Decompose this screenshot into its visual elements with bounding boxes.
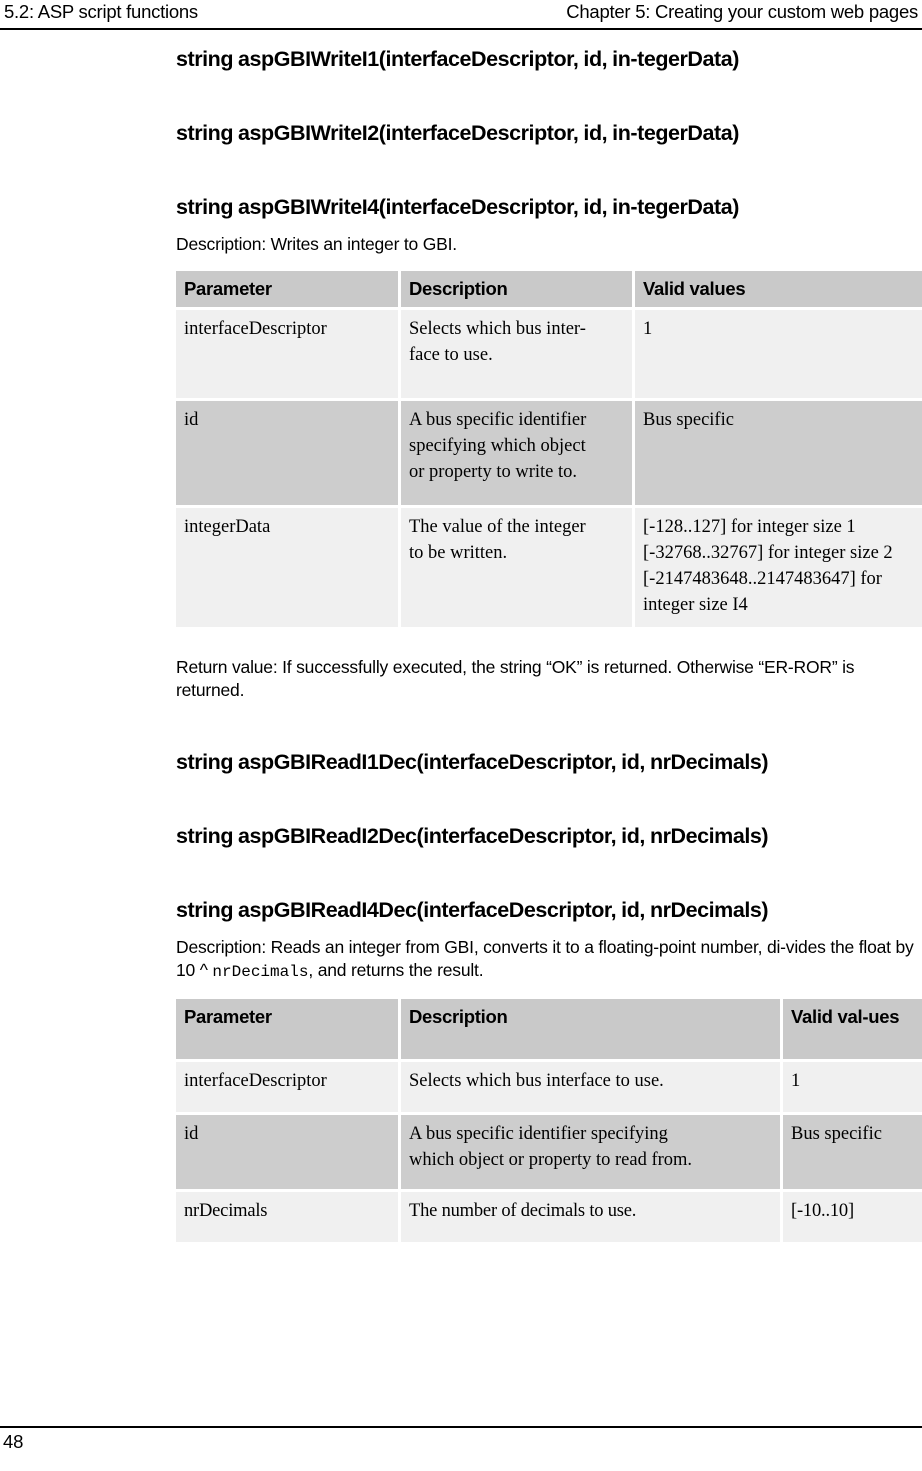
cell-parameter: nrDecimals [176, 1192, 398, 1242]
return-value-write: Return value: If successfully executed, … [176, 657, 855, 700]
cell-line-group: The value of the integer to be written. [409, 514, 624, 566]
cell-line: A bus specific identifier specifying [409, 1124, 668, 1144]
cell-line: which object or property to read from. [409, 1150, 693, 1170]
cell-valid-values: 1 [635, 310, 922, 398]
cell-valid-values: Bus specific [635, 401, 922, 505]
cell-line: specifying which object [409, 436, 586, 456]
running-head-left: 5.2: ASP script functions [4, 1, 198, 22]
function-heading-aspgbiwritei1: string aspGBIWriteI1(interfaceDescriptor… [176, 47, 739, 71]
cell-line-group: [-128..127] for integer size 1 [-32768..… [643, 514, 922, 618]
cell-line-group: Selects which bus interface to use. [409, 1068, 772, 1094]
cell-line: [-2147483648..2147483647] for [643, 569, 882, 589]
cell-line: or property to write to. [409, 462, 577, 482]
cell-line: [-32768..32767] for integer size 2 [643, 543, 893, 563]
cell-description: The value of the integer to be written. [401, 508, 632, 627]
page-running-head: 5.2: ASP script functions Chapter 5: Cre… [0, 0, 922, 30]
cell-line-group: 1 [791, 1068, 922, 1094]
table-row: interfaceDescriptor Selects which bus in… [176, 1062, 922, 1112]
cell-valid-values: [-128..127] for integer size 1 [-32768..… [635, 508, 922, 627]
cell-line: to be written. [409, 543, 508, 563]
table-row: nrDecimals The number of decimals to use… [176, 1192, 922, 1242]
cell-line-group: Selects which bus inter- face to use. [409, 316, 624, 368]
cell-description: A bus specific identifier specifying whi… [401, 401, 632, 505]
cell-line: Bus specific [791, 1124, 882, 1144]
function-heading-aspgbireadi2dec: string aspGBIReadI2Dec(interfaceDescript… [176, 824, 769, 848]
description-read: Description: Reads an integer from GBI, … [176, 936, 922, 984]
cell-parameter: id [176, 401, 398, 505]
page-footer: 48 [0, 1426, 922, 1454]
table-header-row: Parameter Description Valid val-ues [176, 999, 922, 1059]
function-heading-aspgbiwritei2: string aspGBIWriteI2(interfaceDescriptor… [176, 121, 739, 145]
description-read-part2: , and returns the result. [308, 960, 484, 980]
table-row: interfaceDescriptor Selects which bus in… [176, 310, 922, 398]
function-heading-aspgbiwritei4: string aspGBIWriteI4(interfaceDescriptor… [176, 195, 739, 219]
cell-line: Selects which bus inter- [409, 319, 586, 339]
cell-parameter: interfaceDescriptor [176, 1062, 398, 1112]
cell-line: The value of the integer [409, 517, 586, 537]
column-header-valid-values: Valid val-ues [783, 999, 922, 1059]
description-read-code: nrDecimals [212, 963, 309, 981]
running-head-right: Chapter 5: Creating your custom web page… [566, 1, 918, 22]
cell-line-group: [-10..10] [791, 1198, 922, 1224]
cell-parameter: interfaceDescriptor [176, 310, 398, 398]
cell-line-group: A bus specific identifier specifying whi… [409, 1121, 772, 1173]
cell-line: integer size I4 [643, 595, 748, 615]
cell-line: face to use. [409, 345, 493, 365]
parameter-table-write: Parameter Description Valid values inter… [173, 268, 922, 630]
cell-line-group: Bus specific [643, 407, 922, 433]
cell-line: Selects which bus interface to use. [409, 1071, 664, 1091]
cell-description: The number of decimals to use. [401, 1192, 780, 1242]
column-header-parameter: Parameter [176, 271, 398, 307]
description-write: Description: Writes an integer to GBI. [176, 234, 457, 254]
column-header-valid-values: Valid values [635, 271, 922, 307]
table-row: integerData The value of the integer to … [176, 508, 922, 627]
cell-description: Selects which bus inter- face to use. [401, 310, 632, 398]
table-header-row: Parameter Description Valid values [176, 271, 922, 307]
cell-valid-values: Bus specific [783, 1115, 922, 1189]
cell-description: A bus specific identifier specifying whi… [401, 1115, 780, 1189]
table-row: id A bus specific identifier specifying … [176, 401, 922, 505]
cell-line: The number of decimals to use. [409, 1201, 637, 1221]
cell-line: [-10..10] [791, 1201, 854, 1221]
function-heading-aspgbireadi4dec: string aspGBIReadI4Dec(interfaceDescript… [176, 898, 769, 922]
page-content: string aspGBIWriteI1(interfaceDescriptor… [176, 30, 922, 1245]
cell-line: [-128..127] for integer size 1 [643, 517, 856, 537]
cell-valid-values: [-10..10] [783, 1192, 922, 1242]
page-number: 48 [3, 1431, 24, 1452]
parameter-table-read: Parameter Description Valid val-ues inte… [173, 996, 922, 1245]
cell-line-group: Bus specific [791, 1121, 922, 1147]
column-header-description: Description [401, 271, 632, 307]
cell-line: 1 [791, 1071, 801, 1091]
column-header-description: Description [401, 999, 780, 1059]
cell-line: 1 [643, 319, 653, 339]
cell-parameter: integerData [176, 508, 398, 627]
cell-line-group: A bus specific identifier specifying whi… [409, 407, 624, 485]
table-row: id A bus specific identifier specifying … [176, 1115, 922, 1189]
function-heading-aspgbireadi1dec: string aspGBIReadI1Dec(interfaceDescript… [176, 750, 769, 774]
cell-line-group: The number of decimals to use. [409, 1198, 772, 1224]
cell-line: Bus specific [643, 410, 734, 430]
cell-line: A bus specific identifier [409, 410, 587, 430]
cell-line-group: 1 [643, 316, 922, 342]
cell-valid-values: 1 [783, 1062, 922, 1112]
cell-description: Selects which bus interface to use. [401, 1062, 780, 1112]
cell-parameter: id [176, 1115, 398, 1189]
column-header-parameter: Parameter [176, 999, 398, 1059]
